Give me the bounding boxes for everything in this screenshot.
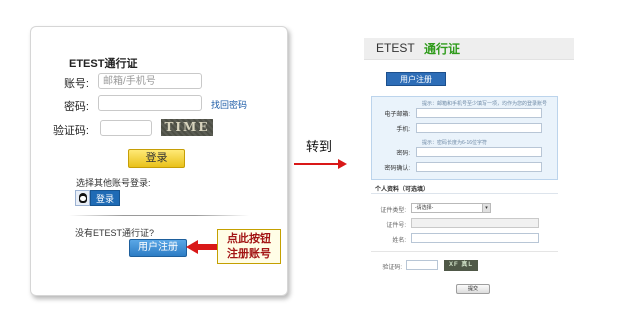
register-button[interactable]: 用户注册 [129,239,187,257]
login-title: ETEST通行证 [69,58,138,70]
section-divider [371,193,558,194]
qq-login-label: 登录 [90,190,121,206]
goto-arrow-icon [338,159,347,169]
phone-input[interactable] [416,123,542,133]
register-captcha-label: 验证码: [382,265,402,271]
submit-button[interactable]: 提交 [456,284,490,294]
confirm-password-label: 密码确认: [384,166,410,172]
no-account-text: 没有ETEST通行证? [75,228,155,238]
name-label: 姓名: [392,238,406,244]
id-type-label: 证件类型: [380,208,406,214]
email-hint: 提示：邮箱和手机号至少填写一项，均作为您的登录账号 [422,101,548,107]
login-button[interactable]: 登录 [128,149,185,168]
account-info-box: 提示：邮箱和手机号至少填写一项，均作为您的登录账号 电子邮箱: 手机: 提示：密… [371,96,558,180]
password-input[interactable] [98,95,202,111]
captcha-image[interactable]: TIME [161,119,213,136]
register-header-title: ETEST [376,41,415,55]
section-divider-2 [371,251,558,252]
name-input[interactable] [411,233,539,243]
id-type-selected: -请选择- [415,205,434,211]
callout-line-1: 点此按钮 [227,233,271,245]
goto-arrow-line [294,163,339,165]
register-header-brand: 通行证 [424,42,461,56]
phone-label: 手机: [396,127,410,133]
register-panel: ETEST 通行证 用户注册 提示：邮箱和手机号至少填写一项，均作为您的登录账号… [364,38,574,298]
register-header: ETEST 通行证 [364,38,574,60]
id-number-label: 证件号: [386,223,406,229]
divider [69,215,249,216]
goto-label: 转到 [306,139,333,154]
id-type-select[interactable]: -请选择- ▾ [411,203,491,213]
captcha-label: 验证码: [52,125,89,137]
qq-penguin-icon [75,190,90,206]
tab-user-register[interactable]: 用户注册 [386,72,446,86]
recover-password-link[interactable]: 找回密码 [211,98,247,111]
account-input[interactable]: 邮箱/手机号 [98,73,202,89]
register-captcha-input[interactable] [406,260,438,270]
email-input[interactable] [416,108,542,118]
callout-line-2: 注册账号 [227,248,271,260]
callout-arrow-tail [197,244,217,250]
personal-info-heading: 个人资料（可选填） [375,187,430,193]
chevron-down-icon: ▾ [482,204,490,212]
register-password-label: 密码: [396,151,410,157]
register-password-input[interactable] [416,147,542,157]
password-hint: 提示：密码长度为6-16位字符 [422,140,488,146]
other-accounts-label: 选择其他账号登录: [76,178,151,188]
register-callout: 点此按钮 注册账号 [217,229,281,264]
qq-login-button[interactable]: 登录 [75,190,121,206]
register-captcha-image[interactable]: XF 真L [444,260,478,271]
confirm-password-input[interactable] [416,162,542,172]
email-label: 电子邮箱: [384,112,410,118]
account-label: 账号: [63,78,89,90]
captcha-input[interactable] [100,120,152,136]
id-number-input[interactable] [411,218,539,228]
password-label: 密码: [63,101,89,113]
